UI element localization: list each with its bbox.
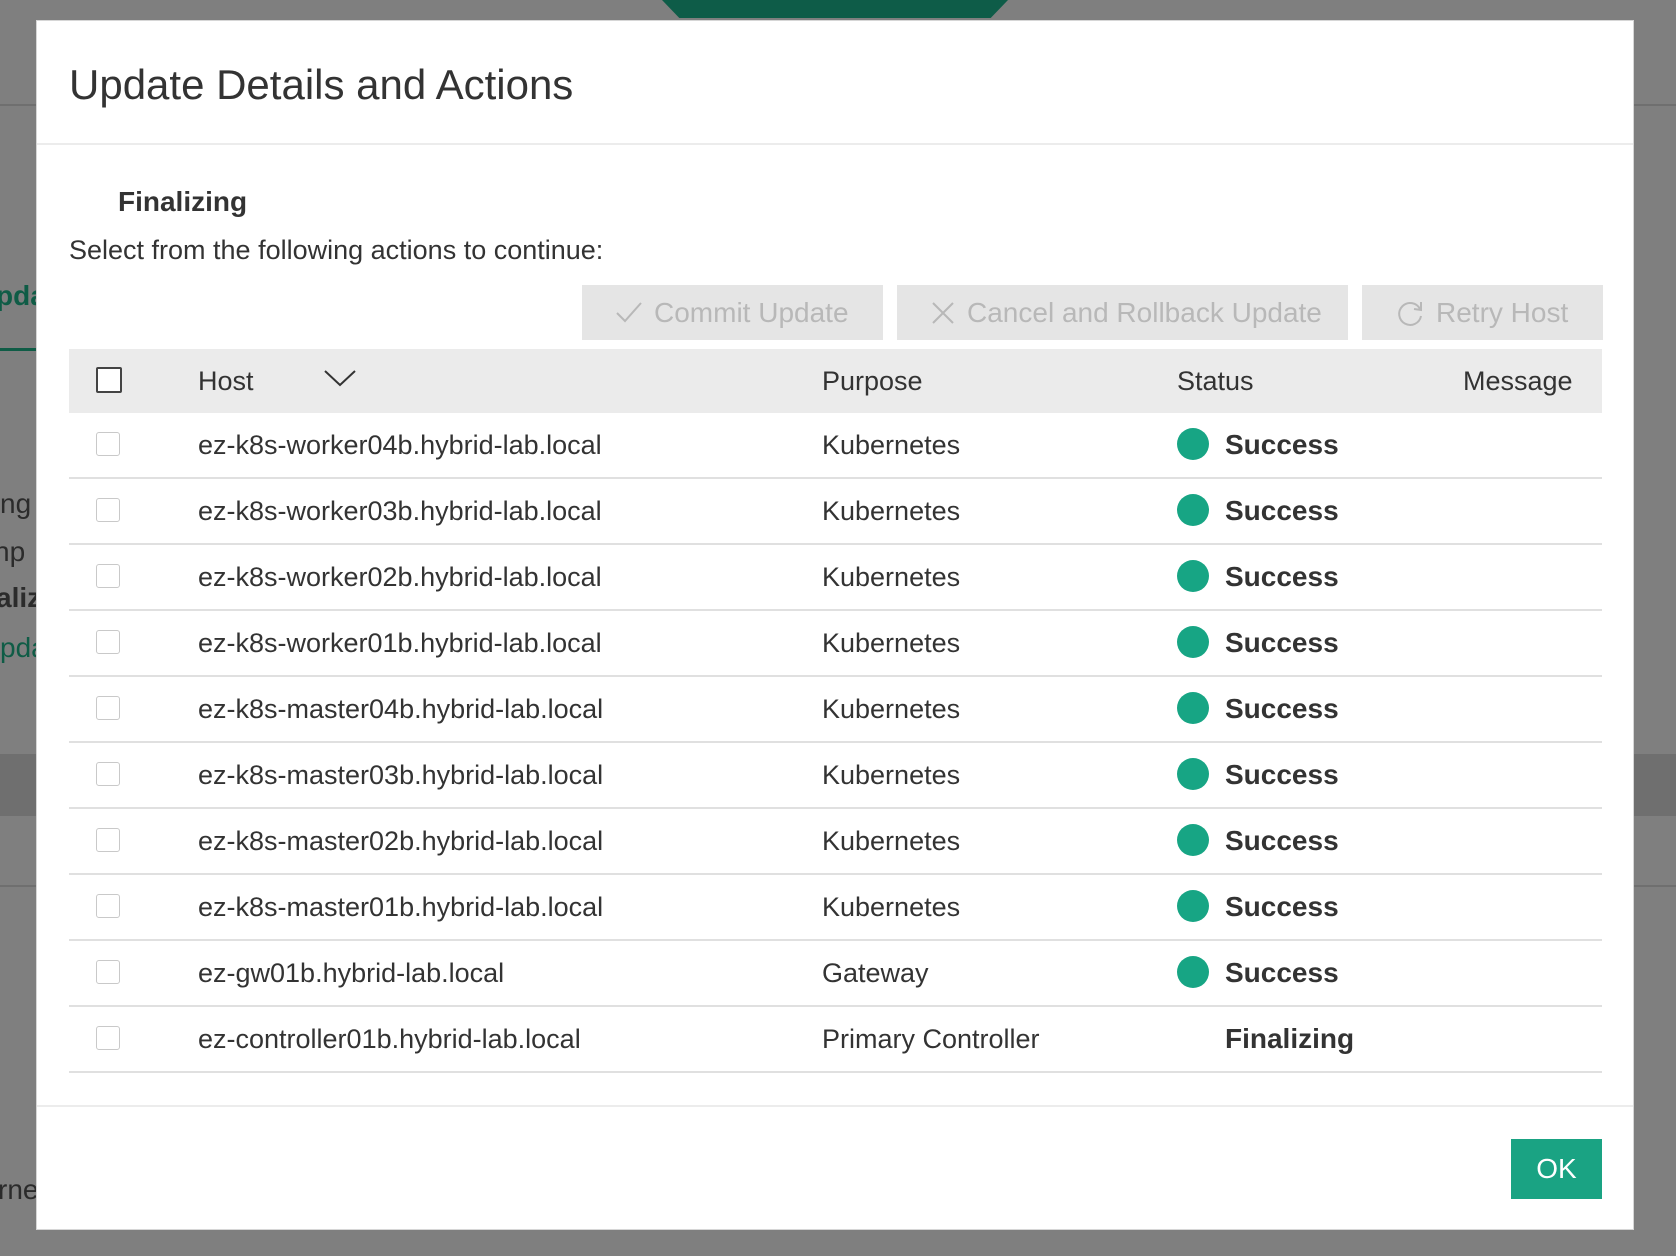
status-cell: Success xyxy=(1177,875,1339,939)
instructions-text: Select from the following actions to con… xyxy=(69,235,604,265)
background-text: ng xyxy=(0,488,32,519)
status-cell: Success xyxy=(1177,545,1339,609)
commit-update-label: Commit Update xyxy=(654,296,849,328)
row-checkbox[interactable] xyxy=(96,630,120,654)
status-label: Success xyxy=(1225,693,1339,724)
host-cell: ez-k8s-master04b.hybrid-lab.local xyxy=(198,694,604,724)
select-all-checkbox[interactable] xyxy=(96,367,122,393)
table-row[interactable]: ez-k8s-worker02b.hybrid-lab.local Kubern… xyxy=(69,545,1602,611)
row-checkbox[interactable] xyxy=(96,432,120,456)
table-row[interactable]: ez-k8s-master02b.hybrid-lab.local Kubern… xyxy=(69,809,1602,875)
background-active-tab xyxy=(662,0,1008,18)
host-cell: ez-controller01b.hybrid-lab.local xyxy=(198,1024,581,1054)
retry-host-button[interactable]: Retry Host xyxy=(1362,285,1603,340)
table-row[interactable]: ez-k8s-worker03b.hybrid-lab.local Kubern… xyxy=(69,479,1602,545)
table-header: Host Purpose Status Message xyxy=(69,349,1602,413)
status-cell: Success xyxy=(1177,743,1339,807)
status-label: Success xyxy=(1225,627,1339,658)
host-cell: ez-k8s-worker03b.hybrid-lab.local xyxy=(198,496,602,526)
table-row[interactable]: ez-k8s-master01b.hybrid-lab.local Kubern… xyxy=(69,875,1602,941)
status-label: Success xyxy=(1225,561,1339,592)
background-text: hp xyxy=(0,536,26,567)
status-success-dot xyxy=(1177,625,1209,658)
commit-update-button[interactable]: Commit Update xyxy=(582,285,883,340)
update-details-dialog: Update Details and Actions Finalizing Se… xyxy=(36,20,1634,1230)
table-row[interactable]: ez-k8s-master03b.hybrid-lab.local Kubern… xyxy=(69,743,1602,809)
row-checkbox[interactable] xyxy=(96,564,120,588)
status-success-dot xyxy=(1177,889,1209,922)
status-column-header: Status xyxy=(1177,366,1254,396)
status-success-dot xyxy=(1177,691,1209,724)
status-success-dot xyxy=(1177,427,1209,460)
message-column-header: Message xyxy=(1463,366,1573,396)
section-title: Finalizing xyxy=(118,186,248,217)
table-row[interactable]: ez-controller01b.hybrid-lab.local Primar… xyxy=(69,1007,1602,1073)
dialog-title: Update Details and Actions xyxy=(69,61,574,108)
row-checkbox[interactable] xyxy=(96,762,120,786)
host-cell: ez-k8s-worker04b.hybrid-lab.local xyxy=(198,430,602,460)
hosts-table: Host Purpose Status Message ez-k8s-worke… xyxy=(69,349,1602,1073)
status-cell: Success xyxy=(1177,941,1339,1005)
background-text: aliz xyxy=(0,582,42,613)
status-label: Success xyxy=(1225,891,1339,922)
purpose-cell: Primary Controller xyxy=(822,1024,1040,1054)
host-cell: ez-k8s-master02b.hybrid-lab.local xyxy=(198,826,604,856)
table-row[interactable]: ez-gw01b.hybrid-lab.local Gateway Succes… xyxy=(69,941,1602,1007)
host-column-header[interactable]: Host xyxy=(198,349,254,413)
row-checkbox[interactable] xyxy=(96,960,120,984)
purpose-cell: Gateway xyxy=(822,958,929,988)
status-cell: Success xyxy=(1177,677,1339,741)
close-icon xyxy=(929,299,957,327)
chevron-down-icon[interactable] xyxy=(323,367,357,396)
purpose-cell: Kubernetes xyxy=(822,694,961,724)
checkmark-icon xyxy=(614,298,644,328)
purpose-cell: Kubernetes xyxy=(822,496,961,526)
purpose-cell: Kubernetes xyxy=(822,628,961,658)
status-success-dot xyxy=(1177,757,1209,790)
status-cell: Finalizing xyxy=(1177,1007,1354,1071)
host-cell: ez-gw01b.hybrid-lab.local xyxy=(198,958,505,988)
purpose-cell: Kubernetes xyxy=(822,430,961,460)
purpose-cell: Kubernetes xyxy=(822,562,961,592)
dialog-header: Update Details and Actions xyxy=(37,21,1633,145)
status-label: Success xyxy=(1225,825,1339,856)
row-checkbox[interactable] xyxy=(96,498,120,522)
status-cell: Success xyxy=(1177,809,1339,873)
ok-button[interactable]: OK xyxy=(1511,1139,1602,1199)
purpose-cell: Kubernetes xyxy=(822,892,961,922)
row-checkbox[interactable] xyxy=(96,894,120,918)
purpose-cell: Kubernetes xyxy=(822,826,961,856)
table-row[interactable]: ez-k8s-worker04b.hybrid-lab.local Kubern… xyxy=(69,413,1602,479)
background-tab-underline xyxy=(0,348,40,351)
status-success-dot xyxy=(1177,955,1209,988)
status-label: Success xyxy=(1225,957,1339,988)
status-label: Success xyxy=(1225,759,1339,790)
status-cell: Success xyxy=(1177,611,1339,675)
table-row[interactable]: ez-k8s-worker01b.hybrid-lab.local Kubern… xyxy=(69,611,1602,677)
status-cell: Success xyxy=(1177,413,1339,477)
purpose-column-header: Purpose xyxy=(822,366,923,396)
host-cell: ez-k8s-worker01b.hybrid-lab.local xyxy=(198,628,602,658)
purpose-cell: Kubernetes xyxy=(822,760,961,790)
refresh-icon xyxy=(1394,297,1426,329)
retry-host-label: Retry Host xyxy=(1436,296,1569,328)
status-label: Finalizing xyxy=(1225,1023,1355,1054)
host-cell: ez-k8s-worker02b.hybrid-lab.local xyxy=(198,562,602,592)
row-checkbox[interactable] xyxy=(96,1026,120,1050)
status-success-dot xyxy=(1177,823,1209,856)
host-cell: ez-k8s-master03b.hybrid-lab.local xyxy=(198,760,604,790)
status-label: Success xyxy=(1225,429,1339,460)
row-checkbox[interactable] xyxy=(96,696,120,720)
status-success-dot xyxy=(1177,559,1209,592)
cancel-rollback-label: Cancel and Rollback Update xyxy=(967,296,1322,328)
row-checkbox[interactable] xyxy=(96,828,120,852)
cancel-rollback-button[interactable]: Cancel and Rollback Update xyxy=(897,285,1348,340)
background-text: rne xyxy=(0,1174,39,1205)
status-cell: Success xyxy=(1177,479,1339,543)
dialog-footer-divider xyxy=(37,1105,1633,1107)
host-cell: ez-k8s-master01b.hybrid-lab.local xyxy=(198,892,604,922)
status-label: Success xyxy=(1225,495,1339,526)
status-success-dot xyxy=(1177,493,1209,526)
table-row[interactable]: ez-k8s-master04b.hybrid-lab.local Kubern… xyxy=(69,677,1602,743)
